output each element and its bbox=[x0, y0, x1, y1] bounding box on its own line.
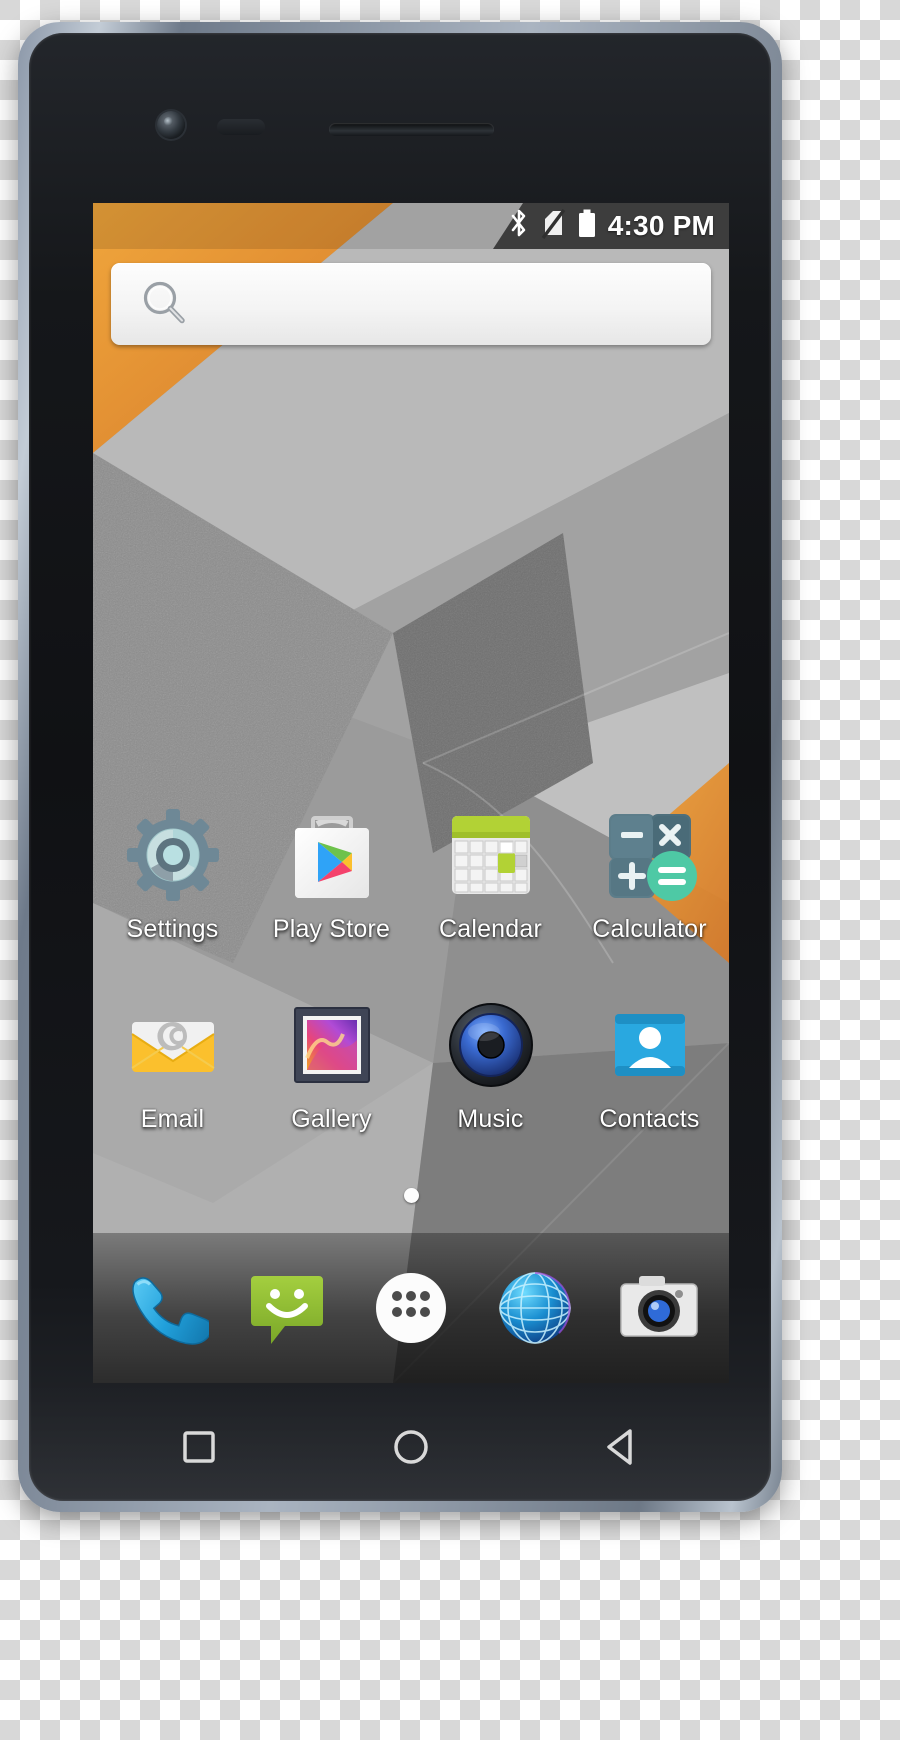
no-sim-icon bbox=[541, 208, 566, 244]
phone-bezel: 4:30 PM Settings Play Store Calendar Cal… bbox=[29, 33, 771, 1501]
dock-item-app-drawer[interactable] bbox=[359, 1256, 463, 1360]
gallery-photo-icon bbox=[280, 993, 384, 1097]
page-dot-active[interactable] bbox=[403, 1188, 419, 1203]
music-speaker-icon bbox=[439, 993, 543, 1097]
phone-screen: 4:30 PM Settings Play Store Calendar Cal… bbox=[93, 203, 729, 1383]
wallpaper bbox=[93, 203, 729, 1383]
app-contacts[interactable]: Contacts bbox=[570, 993, 729, 1134]
front-camera-icon bbox=[157, 111, 185, 139]
page-indicator bbox=[93, 1188, 729, 1203]
earpiece-speaker-icon bbox=[329, 123, 494, 136]
search-input[interactable] bbox=[111, 263, 711, 345]
status-clock: 4:30 PM bbox=[607, 210, 715, 241]
status-bar: 4:30 PM bbox=[93, 203, 729, 249]
search-icon bbox=[137, 276, 193, 332]
app-grid-row-2: Email Gallery Music Contacts bbox=[93, 993, 729, 1134]
app-grid-row-1: Settings Play Store Calendar Calculator bbox=[93, 803, 729, 944]
play-store-icon bbox=[280, 803, 384, 907]
app-calendar[interactable]: Calendar bbox=[411, 803, 570, 944]
app-label: Play Store bbox=[272, 915, 391, 943]
phone-device: 4:30 PM Settings Play Store Calendar Cal… bbox=[18, 22, 782, 1512]
dock bbox=[93, 1233, 729, 1383]
dock-item-camera[interactable] bbox=[607, 1256, 711, 1360]
app-music[interactable]: Music bbox=[411, 993, 570, 1134]
app-label: Calendar bbox=[438, 915, 543, 943]
battery-full-icon bbox=[577, 209, 597, 244]
bluetooth-icon bbox=[508, 209, 530, 244]
app-label: Calculator bbox=[592, 915, 707, 943]
app-label: Settings bbox=[126, 915, 219, 943]
app-label: Email bbox=[140, 1105, 205, 1133]
app-label: Contacts bbox=[599, 1105, 700, 1133]
app-gallery[interactable]: Gallery bbox=[252, 993, 411, 1134]
settings-gear-icon bbox=[121, 803, 225, 907]
app-calculator[interactable]: Calculator bbox=[570, 803, 729, 944]
dock-item-messaging[interactable] bbox=[235, 1256, 339, 1360]
app-play-store[interactable]: Play Store bbox=[252, 803, 411, 944]
app-label: Gallery bbox=[291, 1105, 372, 1133]
navigation-bar bbox=[93, 1383, 729, 1501]
circle-home-icon[interactable] bbox=[372, 1408, 450, 1486]
app-settings[interactable]: Settings bbox=[93, 803, 252, 944]
app-email[interactable]: Email bbox=[93, 993, 252, 1134]
app-label: Music bbox=[457, 1105, 524, 1133]
triangle-back-icon[interactable] bbox=[584, 1408, 662, 1486]
calendar-icon bbox=[439, 803, 543, 907]
contacts-person-icon bbox=[598, 993, 702, 1097]
dock-item-browser[interactable] bbox=[483, 1256, 587, 1360]
proximity-sensor-icon bbox=[217, 119, 265, 135]
email-envelope-icon bbox=[121, 993, 225, 1097]
calculator-icon bbox=[598, 803, 702, 907]
square-recents-icon[interactable] bbox=[160, 1408, 238, 1486]
dock-item-phone[interactable] bbox=[111, 1256, 215, 1360]
